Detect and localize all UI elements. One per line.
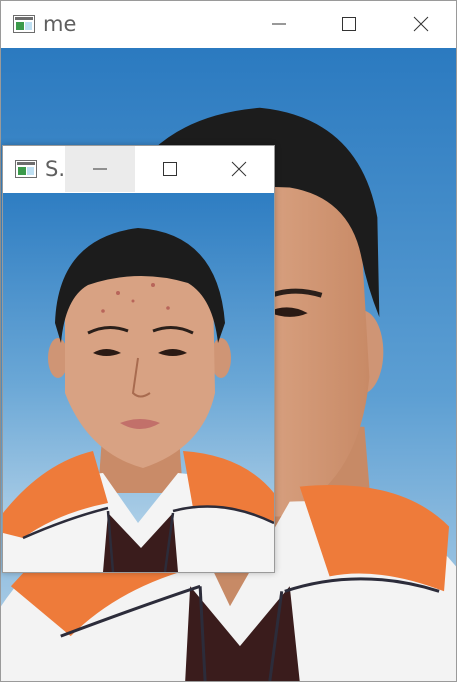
main-window-titlebar[interactable]: me <box>1 1 456 47</box>
close-button[interactable] <box>204 146 274 192</box>
portrait-photo-small <box>3 193 274 572</box>
preview-image <box>3 193 274 572</box>
preview-window-titlebar[interactable]: S.. <box>3 146 274 192</box>
minimize-button[interactable] <box>244 1 314 47</box>
close-icon <box>413 16 429 32</box>
app-window-icon <box>15 160 37 178</box>
minimize-icon <box>272 23 286 25</box>
minimize-button[interactable] <box>65 146 135 192</box>
close-icon <box>231 161 247 177</box>
close-button[interactable] <box>386 1 456 47</box>
app-window-icon <box>13 15 35 33</box>
maximize-icon <box>342 17 356 31</box>
main-window-title: me <box>43 12 77 36</box>
preview-window[interactable]: S.. <box>2 145 275 573</box>
maximize-icon <box>163 162 177 176</box>
maximize-button[interactable] <box>314 1 384 47</box>
minimize-icon <box>93 168 107 170</box>
maximize-button[interactable] <box>135 146 205 192</box>
